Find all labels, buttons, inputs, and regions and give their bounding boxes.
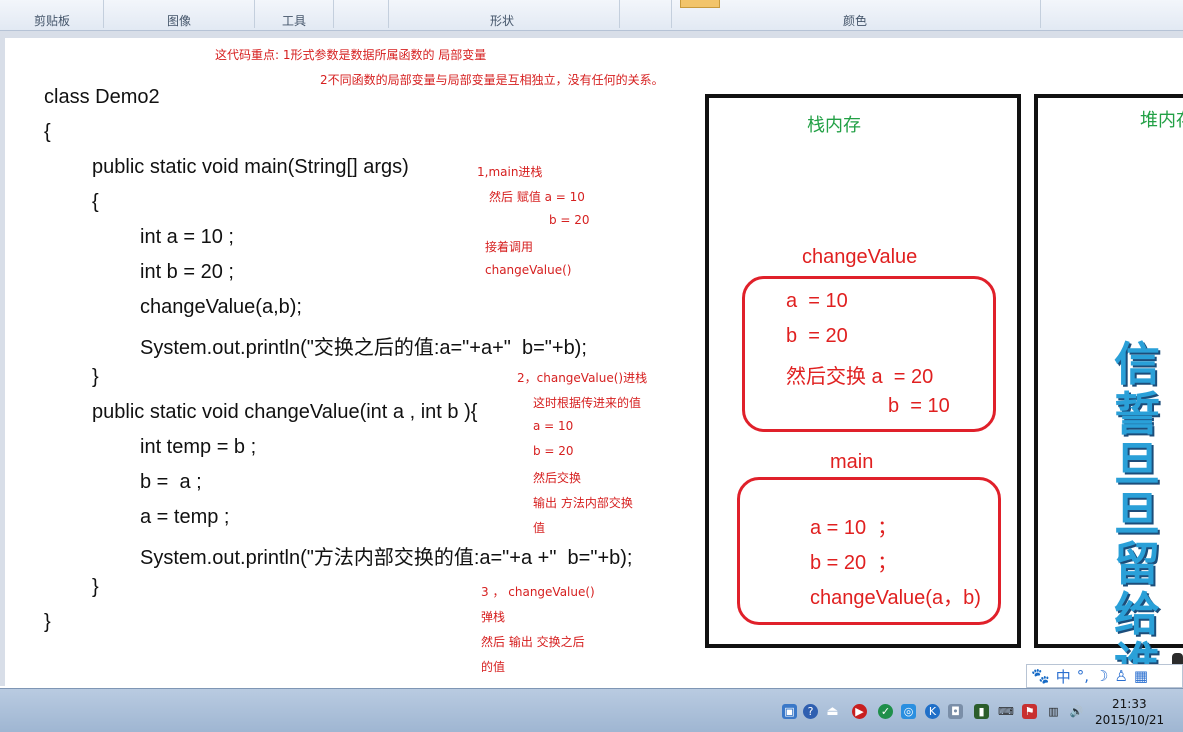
- paint-canvas-area: 这代码重点: 1形式参数是数据所属函数的 局部变量 2不同函数的局部变量与局部变…: [0, 31, 1183, 713]
- code-line: changeValue(a,b);: [140, 296, 302, 318]
- frame-label-changevalue: changeValue: [802, 246, 918, 268]
- code-line: b = a ;: [140, 471, 202, 493]
- ribbon-group-shapes[interactable]: 形状: [490, 12, 514, 29]
- flag-icon[interactable]: ⚑: [1022, 704, 1037, 719]
- frame-var: a = 10 ；: [810, 517, 898, 539]
- stack-title: 栈内存: [807, 115, 861, 136]
- ime-lang-toggle[interactable]: 中: [1056, 666, 1071, 687]
- ime-punct-toggle[interactable]: °,: [1077, 667, 1089, 685]
- security-icon[interactable]: ✓: [878, 704, 893, 719]
- k-app-icon[interactable]: K: [925, 704, 940, 719]
- note-step2: 值: [533, 521, 546, 535]
- frame-var: changeValue(a，b): [810, 587, 981, 609]
- frame-var: b = 20 ；: [810, 552, 898, 574]
- note-step2: 输出 方法内部交换: [533, 496, 633, 510]
- stack-frame-changevalue: [742, 276, 996, 432]
- note-step1: 1,main进栈: [477, 165, 543, 179]
- ribbon-divider: [1040, 0, 1041, 28]
- code-line: }: [44, 611, 51, 633]
- code-line: int temp = b ;: [140, 436, 257, 458]
- frame-var: 然后交换 a = 20: [786, 366, 934, 388]
- code-line: int b = 20 ;: [140, 261, 234, 283]
- ribbon-divider: [103, 0, 104, 28]
- ribbon-toolbar: 剪贴板 图像 工具 形状 颜色: [0, 0, 1183, 31]
- note-step1: changeValue(): [485, 263, 572, 277]
- note-step2: b = 20: [533, 444, 574, 458]
- volume-icon[interactable]: 🔊: [1069, 704, 1084, 719]
- user-icon[interactable]: ♙: [1114, 667, 1127, 685]
- grid-icon[interactable]: ▦: [1134, 667, 1148, 685]
- note-top-1: 这代码重点: 1形式参数是数据所属函数的 局部变量: [215, 48, 487, 62]
- moon-icon[interactable]: ☽: [1095, 667, 1108, 685]
- color-swatch[interactable]: [680, 0, 720, 8]
- note-step3: 3 ， changeValue(): [481, 585, 595, 599]
- ime-toolbar: 🐾 中 °, ☽ ♙ ▦: [1026, 664, 1183, 688]
- ribbon-divider: [671, 0, 672, 28]
- ribbon-divider: [388, 0, 389, 28]
- code-line: System.out.println("交换之后的值:a="+a+" b="+b…: [140, 337, 587, 359]
- code-line: public static void main(String[] args): [92, 156, 409, 178]
- gpu-icon[interactable]: ▮: [974, 704, 989, 719]
- clock-date[interactable]: 2015/10/21: [1095, 713, 1164, 727]
- ribbon-group-clipboard[interactable]: 剪贴板: [34, 12, 70, 29]
- ribbon-divider: [254, 0, 255, 28]
- code-line: }: [92, 366, 99, 388]
- note-step2: 2，changeValue()进栈: [517, 371, 648, 385]
- note-step2: 然后交换: [533, 471, 582, 485]
- note-step1: 然后 赋值 a = 10: [489, 190, 585, 204]
- code-line: {: [44, 121, 51, 143]
- code-line: {: [92, 191, 99, 213]
- usb-icon[interactable]: ⏏: [825, 704, 840, 719]
- frame-label-main: main: [830, 451, 874, 473]
- drawing-sheet[interactable]: 这代码重点: 1形式参数是数据所属函数的 局部变量 2不同函数的局部变量与局部变…: [5, 38, 1183, 686]
- code-line: a = temp ;: [140, 506, 230, 528]
- paw-icon[interactable]: 🐾: [1031, 667, 1050, 685]
- note-step3: 的值: [481, 660, 506, 674]
- help-icon[interactable]: ?: [803, 704, 818, 719]
- code-line: }: [92, 576, 99, 598]
- note-step1: 接着调用: [485, 240, 534, 254]
- watermark-text: 信誓旦旦留给谁: [1114, 337, 1160, 689]
- network-map-icon[interactable]: ▣: [782, 704, 797, 719]
- frame-var: b = 20: [786, 325, 848, 347]
- note-step3: 弹栈: [481, 610, 506, 624]
- ribbon-divider: [333, 0, 334, 28]
- ribbon-group-tools[interactable]: 工具: [282, 12, 306, 29]
- clock-time[interactable]: 21:33: [1112, 697, 1147, 711]
- code-line: System.out.println("方法内部交换的值:a="+a +" b=…: [140, 547, 633, 569]
- code-line: class Demo2: [44, 86, 160, 108]
- note-step3: 然后 输出 交换之后: [481, 635, 585, 649]
- heap-title: 堆内存: [1140, 110, 1183, 131]
- note-top-2: 2不同函数的局部变量与局部变量是互相独立，没有任何的关系。: [320, 73, 664, 87]
- ribbon-group-colors[interactable]: 颜色: [843, 12, 867, 29]
- qq-browser-icon[interactable]: ◎: [901, 704, 916, 719]
- frame-var: a = 10: [786, 290, 848, 312]
- note-step1: b = 20: [549, 213, 590, 227]
- media-player-icon[interactable]: ▶: [852, 704, 867, 719]
- ribbon-group-image[interactable]: 图像: [167, 12, 191, 29]
- note-step2: 这时根据传进来的值: [533, 396, 642, 410]
- taskbar: ▣ ? ⏏ ▶ ✓ ◎ K ◘ ▮ ⌨ ⚑ ▥ 🔊 21:33 2015/10/…: [0, 688, 1183, 732]
- note-step2: a = 10: [533, 419, 574, 433]
- disk-icon[interactable]: ◘: [948, 704, 963, 719]
- code-line: public static void changeValue(int a , i…: [92, 401, 478, 423]
- keyboard-icon[interactable]: ⌨: [998, 704, 1014, 719]
- frame-var: b = 10: [888, 395, 950, 417]
- ribbon-divider: [619, 0, 620, 28]
- code-line: int a = 10 ;: [140, 226, 234, 248]
- network-icon[interactable]: ▥: [1046, 704, 1061, 719]
